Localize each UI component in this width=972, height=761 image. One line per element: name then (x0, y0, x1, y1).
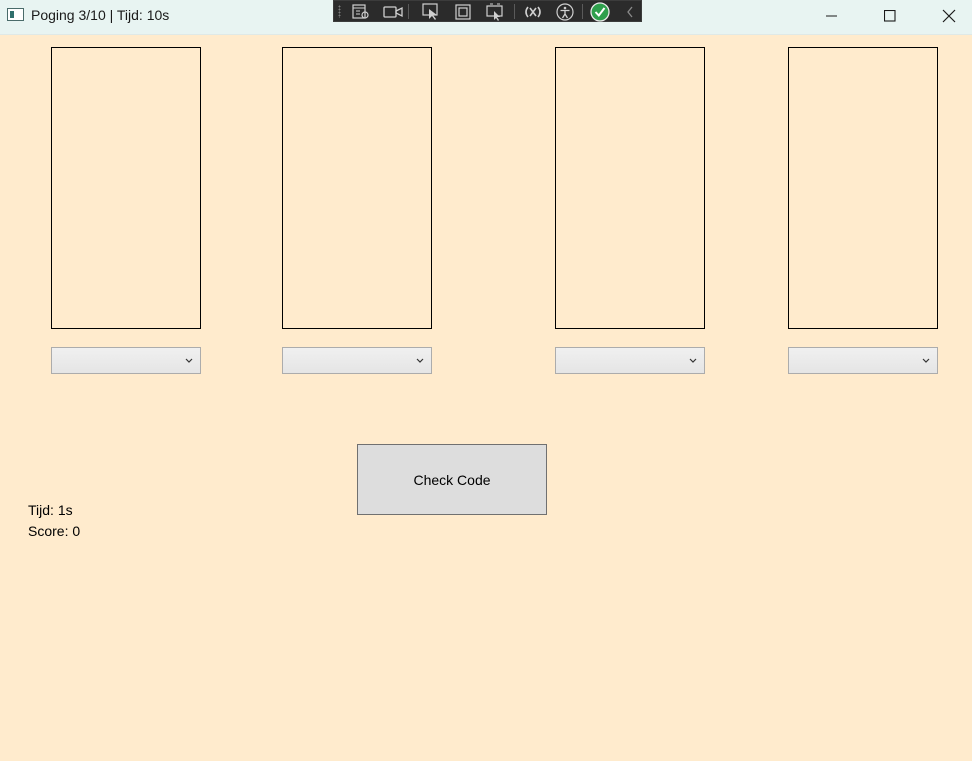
color-combobox-2[interactable] (282, 347, 432, 374)
minimize-icon (826, 15, 837, 17)
color-combobox-3[interactable] (555, 347, 705, 374)
window-title: Poging 3/10 | Tijd: 10s (31, 7, 170, 23)
minimize-button[interactable] (809, 0, 855, 32)
check-icon[interactable] (589, 1, 611, 22)
live-visual-tree-icon[interactable] (350, 2, 372, 21)
chevron-down-icon (185, 358, 193, 363)
title-bar[interactable]: Poging 3/10 | Tijd: 10s (0, 0, 972, 35)
maximize-icon (884, 10, 896, 22)
code-slot-2 (282, 47, 432, 329)
display-layout-adorners-icon[interactable] (452, 2, 474, 21)
code-slot-4 (788, 47, 938, 329)
maximize-button[interactable] (867, 0, 913, 32)
record-icon[interactable] (382, 2, 404, 21)
toolbar-grip-icon[interactable] (338, 5, 341, 18)
color-combobox-4[interactable] (788, 347, 938, 374)
code-slot-1 (51, 47, 201, 329)
collapse-icon[interactable] (619, 2, 641, 21)
close-button[interactable] (926, 0, 972, 32)
track-focus-icon[interactable] (484, 2, 506, 21)
chevron-down-icon (922, 358, 930, 363)
chevron-down-icon (689, 358, 697, 363)
xaml-debug-toolbar (333, 0, 642, 22)
color-combobox-1[interactable] (51, 347, 201, 374)
close-icon (942, 9, 956, 23)
app-window: Poging 3/10 | Tijd: 10s Check Code Tijd:… (0, 0, 972, 761)
select-element-icon[interactable] (420, 2, 442, 21)
hot-reload-icon[interactable] (522, 2, 544, 21)
app-icon (7, 8, 24, 21)
score-label: Score: 0 (28, 523, 81, 539)
chevron-down-icon (416, 358, 424, 363)
code-slot-3 (555, 47, 705, 329)
accessibility-icon[interactable] (554, 2, 576, 21)
elapsed-time-label: Tijd: 1s (28, 502, 73, 518)
check-code-button[interactable]: Check Code (357, 444, 547, 515)
